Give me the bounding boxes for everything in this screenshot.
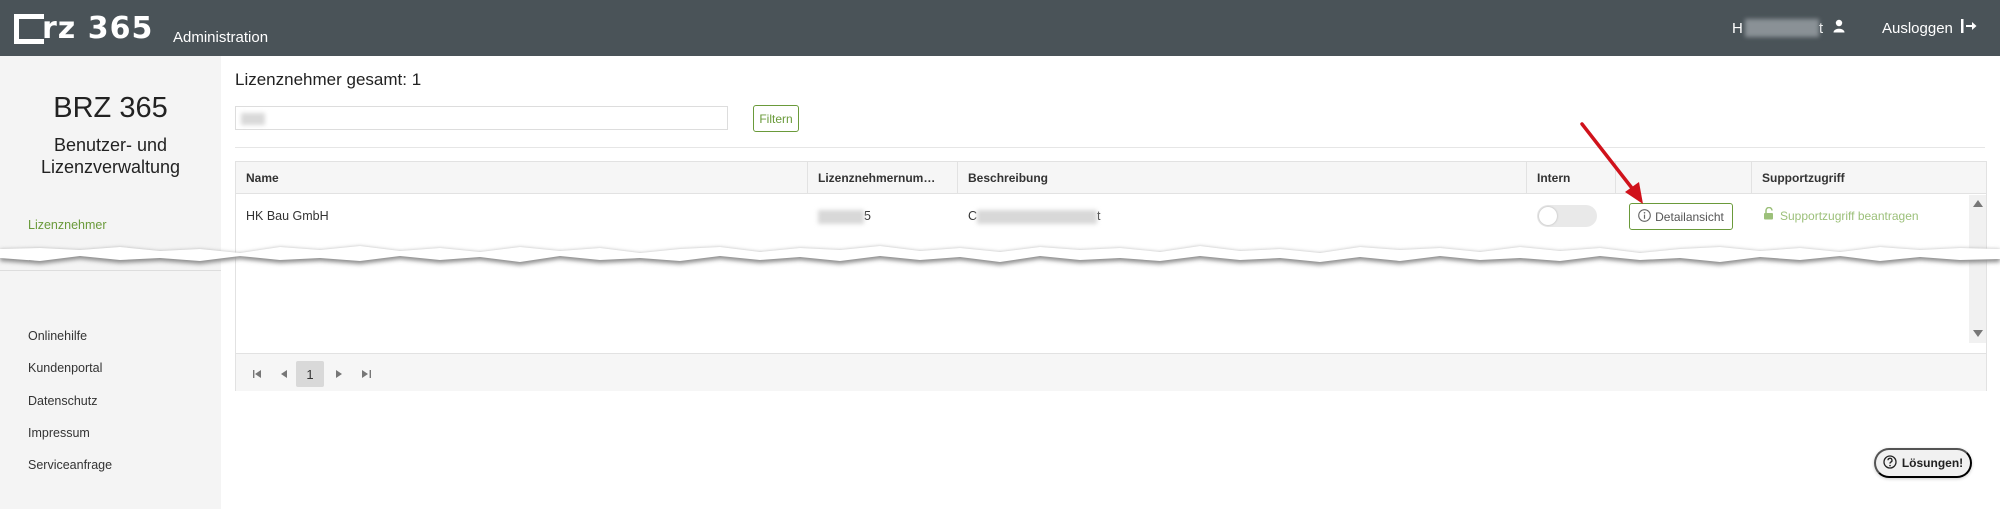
search-input[interactable] [235,106,728,130]
detail-view-label: Detailansicht [1655,209,1724,224]
question-circle-icon [1883,454,1897,472]
sidebar-item-lizenznehmer[interactable]: Lizenznehmer [28,218,107,232]
sidebar-title: BRZ 365 [53,92,168,124]
page-title: Lizenznehmer gesamt: 1 [235,70,422,89]
user-name-start: H [1732,19,1743,37]
logo-text: rz 365 [42,11,154,46]
cell-number: 5 [808,195,871,237]
annotation-arrow-icon [1580,122,1643,204]
first-page-icon[interactable] [248,361,266,387]
sidebar-link-serviceanfrage[interactable]: Serviceanfrage [28,458,112,472]
number-redacted [818,209,864,224]
logout-icon [1960,19,1977,37]
logout-button[interactable]: Ausloggen [1882,19,1977,37]
solutions-help-button[interactable]: Lösungen! [1874,448,1972,478]
licensee-table: Name Lizenznehmernum… Beschreibung Inter… [235,161,1987,391]
sidebar: BRZ 365 Benutzer- und Lizenzverwaltung L… [0,56,221,509]
sidebar-link-datenschutz[interactable]: Datenschutz [28,394,97,408]
scroll-down-icon[interactable] [1973,330,1983,337]
cell-description: Ct [958,195,1101,237]
pagination: 1 [236,353,1986,391]
toggle-knob [1539,207,1557,225]
column-header-number[interactable]: Lizenznehmernum… [808,162,958,194]
info-icon [1638,208,1651,225]
sidebar-subtitle-line-2: Lizenzverwaltung [40,157,181,177]
request-support-label: Supportzugriff beantragen [1780,209,1919,223]
page-number-1[interactable]: 1 [296,361,324,387]
column-header-description[interactable]: Beschreibung [958,162,1527,194]
number-suffix: 5 [864,209,871,223]
app-subtitle: Administration [173,29,269,46]
user-icon [1833,19,1845,37]
column-header-support[interactable]: Supportzugriff [1752,162,1986,194]
description-prefix: C [968,209,978,223]
brz-logo[interactable]: rz 365 [14,12,153,44]
filter-button[interactable]: Filtern [753,105,799,132]
next-page-icon[interactable] [330,361,348,387]
scroll-up-icon[interactable] [1973,200,1983,207]
request-support-link[interactable]: Supportzugriff beantragen [1763,195,1919,237]
solutions-help-label: Lösungen! [1901,456,1964,470]
description-suffix: t [1097,209,1101,223]
cell-name: HK Bau GmbH [246,209,329,223]
description-redacted [977,209,1098,224]
sidebar-link-onlinehilfe[interactable]: Onlinehilfe [28,329,87,343]
search-value-redacted [241,113,265,125]
sidebar-subtitle: Benutzer- und Lizenzverwaltung [0,134,221,178]
main-divider [235,147,1985,148]
logout-label: Ausloggen [1882,19,1953,37]
sidebar-link-kundenportal[interactable]: Kundenportal [28,361,102,375]
last-page-icon[interactable] [357,361,375,387]
previous-page-icon[interactable] [275,361,293,387]
sidebar-link-impressum[interactable]: Impressum [28,426,90,440]
sidebar-subtitle-line-1: Benutzer- und [53,135,168,155]
logo-mark [14,14,44,44]
user-name-end: t [1818,19,1824,37]
torn-edge-divider [0,246,2000,265]
top-bar: rz 365 Administration H t Ausloggen [0,0,2000,56]
user-menu[interactable]: H t [1732,19,1845,37]
table-row[interactable]: HK Bau GmbH 5 Ct Detailansicht Supportzu… [236,195,1969,237]
unlock-icon [1763,195,1775,237]
user-name-redacted [1744,19,1819,37]
table-header: Name Lizenznehmernum… Beschreibung Inter… [236,162,1986,194]
column-header-name[interactable]: Name [236,162,808,194]
